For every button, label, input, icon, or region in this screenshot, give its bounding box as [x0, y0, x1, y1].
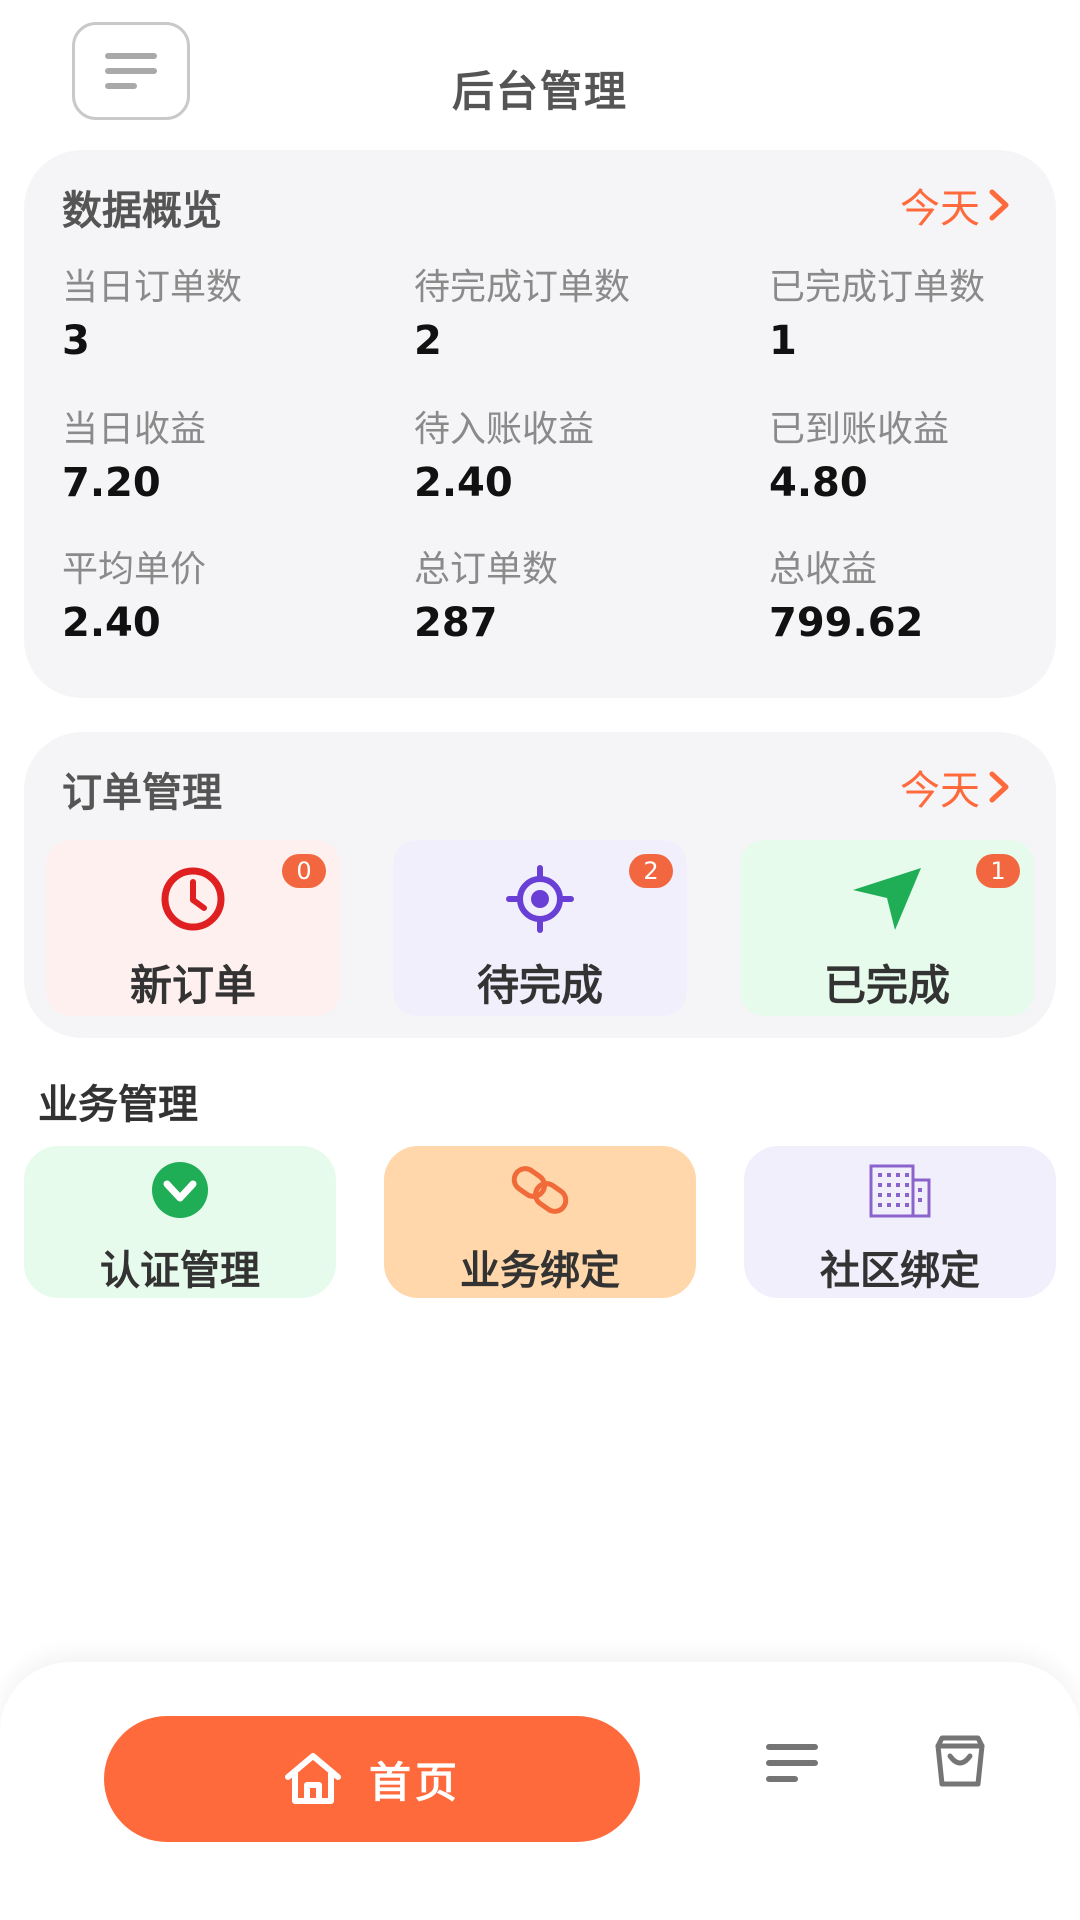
- home-tab-button[interactable]: 首页: [104, 1716, 640, 1842]
- shopping-bag-icon: [935, 1735, 985, 1787]
- order-tile-label: 待完成: [476, 961, 603, 1010]
- check-chevron-icon: [152, 1162, 208, 1218]
- stat-value: 287: [414, 600, 498, 646]
- stat-label: 当日收益: [62, 409, 207, 450]
- stat-label: 已完成订单数: [769, 267, 986, 308]
- order-management-card: 订单管理 今天 0 新订单 2 待完成 1 已完成: [24, 732, 1056, 1038]
- biz-tile-label: 社区绑定: [820, 1248, 980, 1294]
- overview-today-link[interactable]: 今天: [900, 176, 1012, 234]
- biz-tile-certification[interactable]: 认证管理: [24, 1146, 336, 1298]
- stat-received-income: 已到账收益 4.80: [769, 400, 949, 506]
- building-icon: [869, 1164, 931, 1218]
- stat-value: 7.20: [62, 460, 161, 506]
- stat-value: 2.40: [62, 600, 161, 646]
- home-icon: [284, 1753, 341, 1804]
- stat-value: 3: [62, 318, 90, 364]
- target-icon: [506, 865, 574, 933]
- overview-card: 数据概览 今天 当日订单数 3 待完成订单数 2 已完成订单数 1 当日收益 7…: [24, 150, 1056, 698]
- link-icon: [511, 1166, 569, 1214]
- order-tile-new[interactable]: 0 新订单: [46, 840, 340, 1016]
- stat-label: 已到账收益: [769, 409, 950, 450]
- stat-daily-orders: 当日订单数 3: [62, 258, 242, 364]
- today-label: 今天: [900, 768, 980, 814]
- stat-label: 当日订单数: [62, 267, 243, 308]
- stat-daily-income: 当日收益 7.20: [62, 400, 206, 506]
- order-tile-pending[interactable]: 2 待完成: [393, 840, 687, 1016]
- order-management-title: 订单管理: [62, 770, 222, 816]
- stat-label: 总订单数: [414, 549, 559, 590]
- stat-value: 4.80: [769, 460, 868, 506]
- home-tab-label: 首页: [368, 1757, 461, 1807]
- stat-label: 待入账收益: [414, 409, 595, 450]
- bag-tab-button[interactable]: [930, 1732, 990, 1792]
- today-label: 今天: [900, 186, 980, 232]
- page-title: 后台管理: [451, 67, 628, 116]
- stat-value: 799.62: [769, 600, 924, 646]
- send-arrow-icon: [853, 868, 921, 930]
- stat-total-orders: 总订单数 287: [414, 540, 558, 646]
- clock-icon: [161, 867, 225, 931]
- stat-total-income: 总收益 799.62: [769, 540, 923, 646]
- stat-value: 2.40: [414, 460, 513, 506]
- stat-label: 总收益: [769, 549, 878, 590]
- stat-label: 平均单价: [62, 549, 207, 590]
- list-lines-icon: [766, 1744, 818, 1782]
- list-tab-button[interactable]: [764, 1740, 820, 1790]
- biz-tile-community-binding[interactable]: 社区绑定: [744, 1146, 1056, 1298]
- stat-label: 待完成订单数: [414, 267, 631, 308]
- order-tile-completed[interactable]: 1 已完成: [740, 840, 1034, 1016]
- bottom-tab-bar: 首页: [0, 1662, 1080, 1920]
- biz-tile-label: 认证管理: [100, 1248, 260, 1294]
- stat-average-price: 平均单价 2.40: [62, 540, 206, 646]
- biz-tile-business-binding[interactable]: 业务绑定: [384, 1146, 696, 1298]
- stat-value: 2: [414, 318, 442, 364]
- stat-pending-orders: 待完成订单数 2: [414, 258, 630, 364]
- order-tile-label: 已完成: [823, 961, 950, 1010]
- stat-pending-income: 待入账收益 2.40: [414, 400, 594, 506]
- order-tile-label: 新订单: [129, 961, 256, 1010]
- overview-title: 数据概览: [62, 188, 222, 234]
- biz-tile-label: 业务绑定: [460, 1248, 620, 1294]
- chevron-right-icon: [989, 189, 1009, 221]
- business-heading: 业务管理: [38, 1082, 198, 1128]
- stat-completed-orders: 已完成订单数 1: [769, 258, 985, 364]
- stat-value: 1: [769, 318, 797, 364]
- chevron-right-icon: [989, 771, 1009, 803]
- orders-today-link[interactable]: 今天: [900, 758, 1012, 816]
